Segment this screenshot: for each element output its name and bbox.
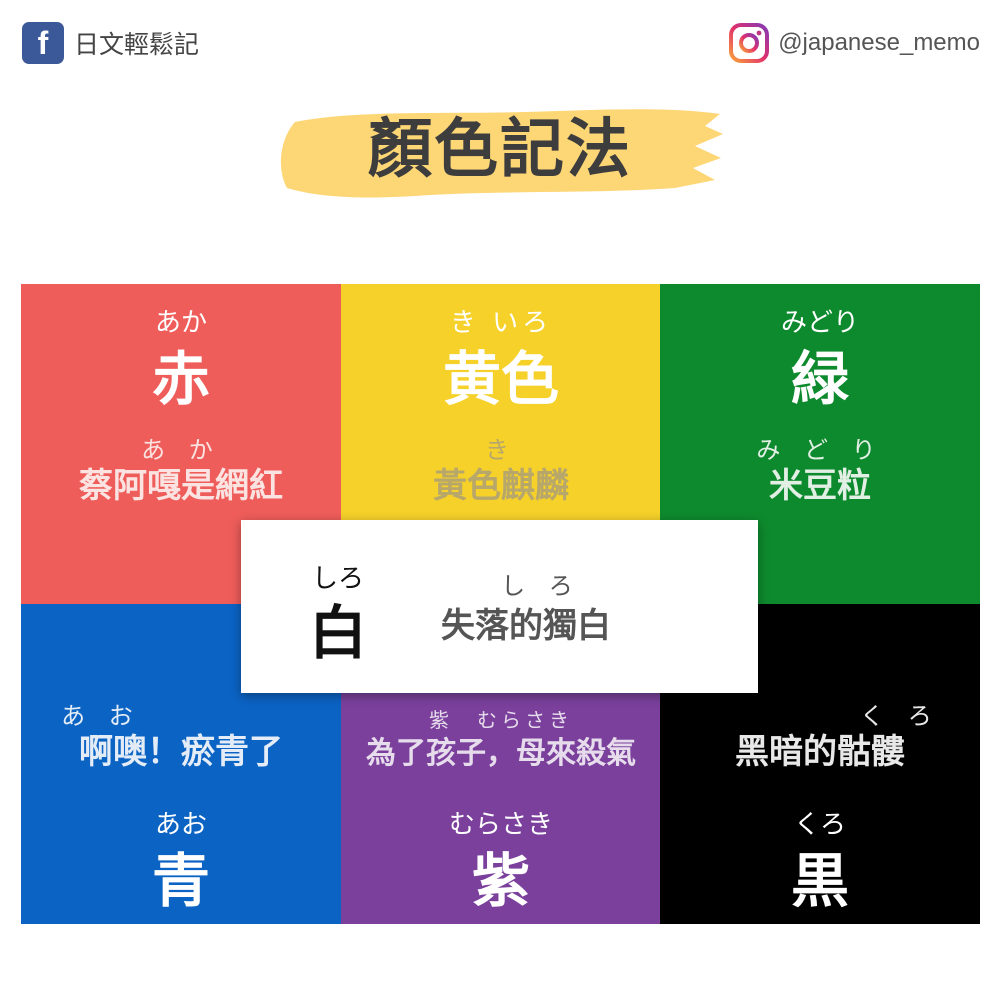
kanji-kuro: 黒	[790, 847, 849, 915]
mnemonic-midori: 米豆粒	[769, 466, 871, 506]
mnemonic-murasaki: 為了孩子，母來殺氣	[366, 736, 636, 771]
instagram-handle: @japanese_memo	[778, 29, 980, 56]
mnemonic-kiiro: 黃色麒麟	[433, 466, 569, 506]
mnemonic-reading-shiro: し ろ	[501, 572, 581, 600]
facebook-page-name: 日文輕鬆記	[74, 30, 200, 59]
mnemonic-aka: 蔡阿嘎是網紅	[79, 466, 283, 506]
kanji-kiiro: 黄色	[442, 345, 559, 413]
mnemonic-shiro: 失落的獨白	[441, 606, 611, 646]
page-title: 顏色記法	[368, 113, 632, 187]
kanji-murasaki: 紫	[471, 847, 530, 915]
kanji-shiro: 白	[308, 599, 367, 667]
kanji-midori: 緑	[790, 345, 849, 413]
mnemonic-ao: 啊噢！瘀青了	[79, 732, 283, 772]
kanji-ao: 青	[151, 847, 210, 915]
facebook-icon: f	[22, 22, 64, 64]
color-card-shiro: しろ 白 し ろ 失落的獨白	[241, 520, 758, 693]
title-banner: 顏色記法	[275, 100, 725, 200]
facebook-badge: f 日文輕鬆記	[22, 22, 199, 64]
instagram-icon	[729, 23, 770, 63]
kanji-aka: 赤	[151, 345, 210, 413]
mnemonic-kuro: 黑暗的骷髏	[735, 732, 905, 772]
instagram-badge: @japanese_memo	[728, 22, 980, 64]
